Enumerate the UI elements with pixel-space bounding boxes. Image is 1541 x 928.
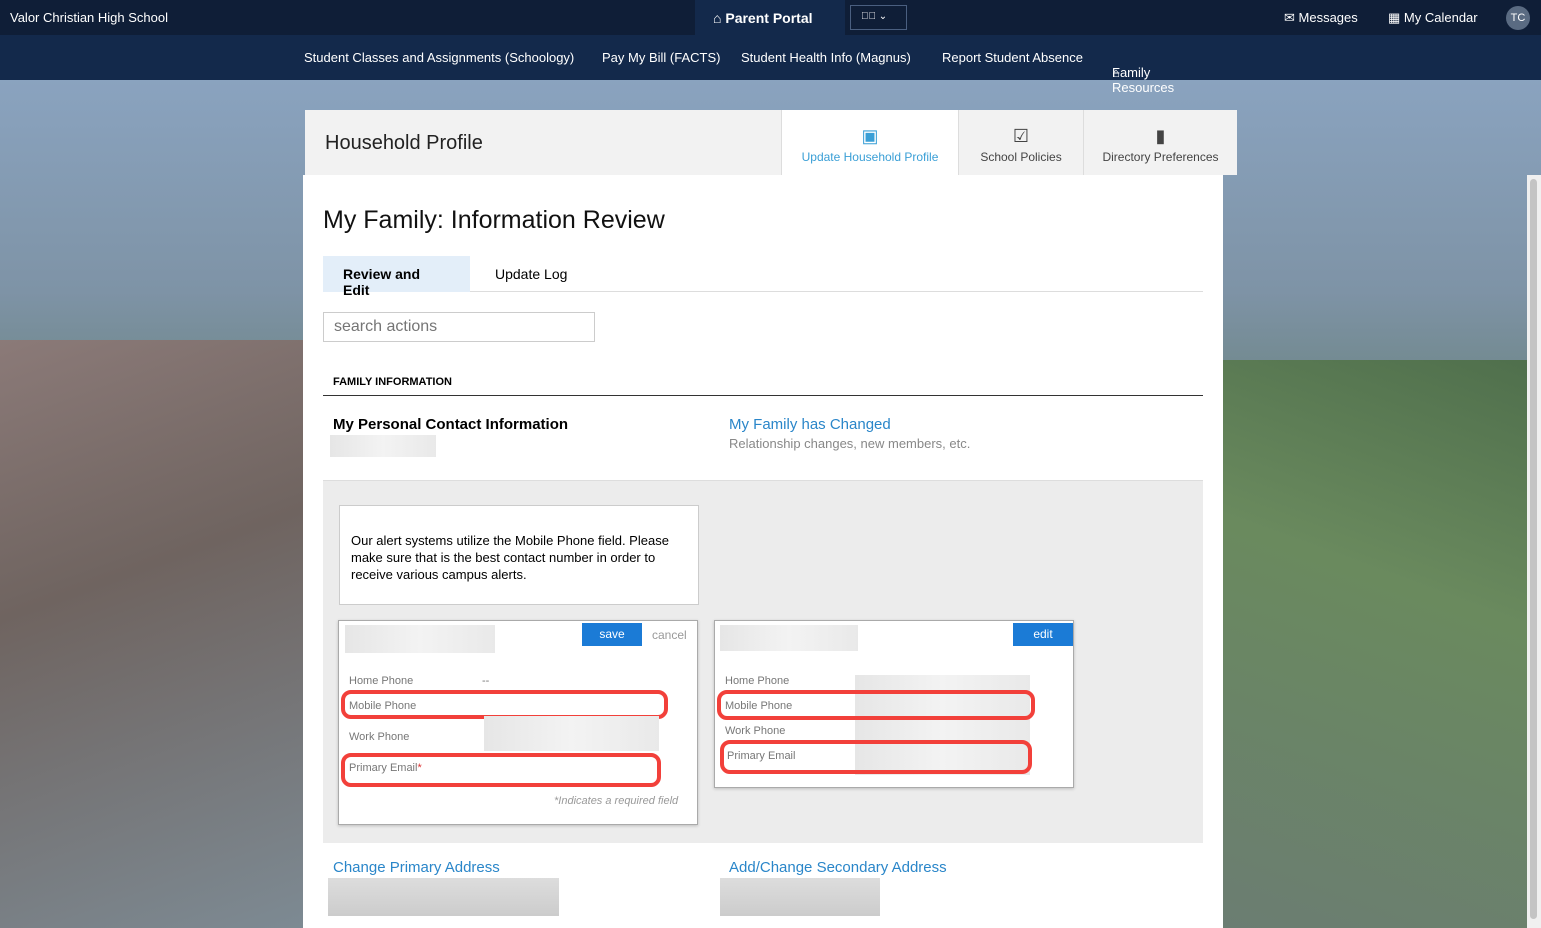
top-bar: Valor Christian High School ⌂ Parent Por… — [0, 0, 1541, 35]
scrollbar[interactable] — [1527, 175, 1541, 928]
redacted-name — [330, 435, 436, 457]
family-changed-link[interactable]: My Family has Changed — [729, 416, 891, 433]
section-heading: FAMILY INFORMATION — [323, 376, 1203, 396]
profile-header: Household Profile ▣ Update Household Prof… — [305, 110, 1237, 175]
personal-contact-info-link[interactable]: My Personal Contact Information — [333, 416, 568, 433]
edit-button[interactable]: edit — [1013, 623, 1073, 646]
tab-directory-preferences[interactable]: ▮ Directory Preferences — [1083, 110, 1237, 175]
required-note: *Indicates a required field — [554, 795, 679, 807]
scrollbar-thumb[interactable] — [1530, 179, 1537, 919]
portal-label: Parent Portal — [725, 10, 813, 26]
redacted-work-phone — [484, 716, 659, 751]
family-changed-description: Relationship changes, new members, etc. — [729, 436, 971, 451]
home-phone-label: Home Phone — [349, 675, 414, 687]
contact-edit-panel: Our alert systems utilize the Mobile Pho… — [323, 480, 1203, 843]
tab-school-policies[interactable]: ☑ School Policies — [958, 110, 1083, 175]
tab-label: Directory Preferences — [1102, 150, 1219, 164]
alert-message: Our alert systems utilize the Mobile Pho… — [339, 505, 699, 605]
envelope-icon: ✉ — [1284, 10, 1299, 25]
secondary-address-link[interactable]: Add/Change Secondary Address — [729, 859, 947, 876]
address-book-icon: ▮ — [1155, 126, 1166, 146]
required-marker: * — [417, 762, 422, 774]
parent-portal-button[interactable]: ⌂ Parent Portal — [695, 0, 845, 35]
school-name[interactable]: Valor Christian High School — [10, 10, 168, 25]
view-contact-card: edit Home Phone Mobile Phone Work Phone … — [714, 620, 1074, 788]
tab-label: School Policies — [980, 150, 1062, 164]
change-primary-address-link[interactable]: Change Primary Address — [333, 859, 500, 876]
checkbox-icon: ☑ — [1012, 126, 1030, 146]
search-input[interactable] — [323, 312, 595, 342]
primary-email-label: Primary Email — [727, 750, 796, 762]
messages-link[interactable]: ✉ Messages — [1284, 10, 1358, 26]
primary-email-field[interactable]: Primary Email* — [349, 762, 422, 774]
page-title: My Family: Information Review — [323, 206, 665, 234]
avatar[interactable]: TC — [1506, 6, 1530, 30]
home-icon: ⌂ — [713, 10, 726, 26]
calendar-label: My Calendar — [1403, 10, 1478, 25]
main-nav: Student Classes and Assignments (Schoolo… — [0, 35, 1541, 95]
redacted-name — [345, 625, 495, 653]
work-phone-label: Work Phone — [725, 725, 786, 737]
family-resources-label: Family Resources — [1112, 65, 1175, 95]
cancel-button[interactable]: cancel — [652, 628, 687, 642]
tab-update-log[interactable]: Update Log — [495, 266, 567, 282]
nav-pay-bill[interactable]: Pay My Bill (FACTS) — [602, 50, 720, 65]
save-button[interactable]: save — [582, 623, 642, 646]
messages-label: Messages — [1298, 10, 1358, 25]
portal-switcher[interactable]: ꟾ⃒ ⌄ — [850, 5, 907, 30]
redacted-name — [720, 625, 858, 651]
header-title: Household Profile — [325, 132, 483, 154]
email-label: Primary Email — [349, 762, 418, 774]
mobile-phone-label: Mobile Phone — [725, 700, 793, 712]
home-phone-value: -- — [482, 675, 490, 687]
edit-contact-card: save cancel Home Phone -- Mobile Phone W… — [338, 620, 698, 825]
work-phone-label: Work Phone — [349, 731, 410, 743]
redacted-address — [720, 878, 880, 916]
tab-update-household-profile[interactable]: ▣ Update Household Profile — [781, 110, 958, 175]
redacted-address — [328, 878, 559, 916]
tab-label: Update Household Profile — [801, 150, 939, 164]
school-logo-icon: ꟾ⃒ — [861, 11, 876, 22]
tab-review-and-edit[interactable]: Review and Edit — [323, 256, 470, 298]
mobile-phone-field[interactable]: Mobile Phone — [349, 700, 416, 712]
id-card-icon: ▣ — [861, 126, 879, 146]
home-phone-label: Home Phone — [725, 675, 790, 687]
chevron-down-icon: ⌄ — [878, 11, 888, 22]
main-content: My Family: Information Review Review and… — [303, 175, 1223, 928]
subtabs: Review and Edit Update Log — [323, 256, 1203, 298]
nav-health-info[interactable]: Student Health Info (Magnus) — [741, 50, 911, 65]
calendar-link[interactable]: ▦ My Calendar — [1388, 10, 1478, 26]
calendar-icon: ▦ — [1388, 10, 1404, 25]
nav-schoology[interactable]: Student Classes and Assignments (Schoolo… — [304, 50, 574, 65]
nav-report-absence[interactable]: Report Student Absence — [942, 50, 1083, 65]
